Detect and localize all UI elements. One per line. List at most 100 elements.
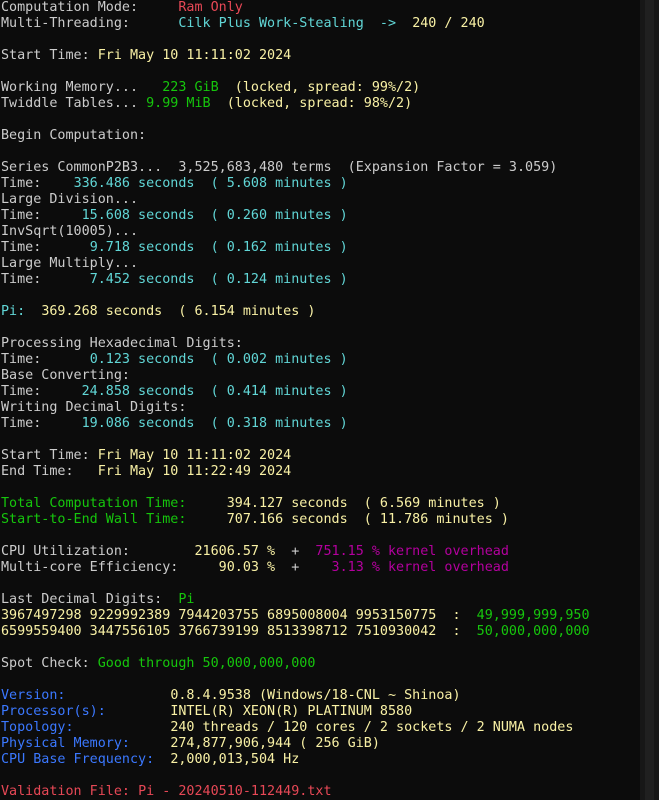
console-text: Multi-core Efficiency: [1, 560, 219, 575]
console-text: 9.99 MiB [146, 96, 211, 111]
console-text: Series CommonP2B3... 3,525,683,480 terms… [1, 160, 558, 175]
console-text: Pi - 20240510-112449.txt [138, 784, 332, 799]
console-text: 223 GiB [162, 80, 219, 95]
console-text: CPU Utilization: [1, 544, 195, 559]
console-text: Large Multiply... [1, 256, 139, 271]
console-text: 24.858 seconds ( 0.414 minutes ) [81, 384, 348, 399]
console-text: Spot Check: [1, 656, 98, 671]
console-line: Validation File: Pi - 20240510-112449.tx… [0, 784, 640, 800]
console-text: Validation File: [1, 784, 139, 799]
console-line: CPU Utilization: 21606.57 % + 751.15 % k… [0, 544, 640, 560]
console-text: Total Computation Time: [1, 496, 227, 511]
console-text: Time: [1, 176, 74, 191]
vertical-scrollbar[interactable] [640, 0, 659, 800]
console-text: (locked, spread: 99%/2) [218, 80, 421, 95]
console-line: 3967497298 9229992389 7944203755 6895008… [0, 608, 640, 624]
console-text: 369.268 seconds ( 6.154 minutes ) [41, 304, 316, 319]
console-line: Time: 9.718 seconds ( 0.162 minutes ) [0, 240, 640, 256]
console-line: Pi: 369.268 seconds ( 6.154 minutes ) [0, 304, 640, 320]
console-line: Large Multiply... [0, 256, 640, 272]
console-text: End Time: [1, 464, 98, 479]
console-text: Working Memory... [1, 80, 163, 95]
console-line: Multi-core Efficiency: 90.03 % + 3.13 % … [0, 560, 640, 576]
console-text: 50,000,000,000 [476, 624, 590, 639]
console-line: Multi-Threading: Cilk Plus Work-Stealing… [0, 16, 640, 32]
console-text: Processor(s): [1, 704, 171, 719]
console-text: 49,999,999,950 [476, 608, 590, 623]
console-line: 6599559400 3447556105 3766739199 8513398… [0, 624, 640, 640]
console-text: 707.166 seconds ( 11.786 minutes ) [226, 512, 509, 527]
console-output[interactable]: Computation Mode: Ram Only Multi-Threadin… [0, 0, 640, 800]
console-text: + [275, 560, 332, 575]
console-text: Processing Hexadecimal Digits: [1, 336, 243, 351]
console-line: Topology: 240 threads / 120 cores / 2 so… [0, 720, 640, 736]
console-text: Begin Computation: [1, 128, 147, 143]
console-text: Large Division... [1, 192, 139, 207]
console-line: Start-to-End Wall Time: 707.166 seconds … [0, 512, 640, 528]
console-text: Start-to-End Wall Time: [1, 512, 227, 527]
console-text: 336.486 seconds ( 5.608 minutes ) [73, 176, 348, 191]
console-line: Time: 7.452 seconds ( 0.124 minutes ) [0, 272, 640, 288]
console-text: InvSqrt(10005)... [1, 224, 139, 239]
console-text: CPU Base Frequency: [1, 752, 171, 767]
console-text: Time: [1, 384, 82, 399]
console-text: 0.123 seconds ( 0.002 minutes ) [89, 352, 348, 367]
console-line: Large Division... [0, 192, 640, 208]
console-text: -> [363, 16, 413, 31]
console-text: 274,877,906,944 ( 256 GiB) [170, 736, 380, 751]
console-text: Computation Mode: [1, 0, 179, 15]
console-text: Time: [1, 272, 90, 287]
console-line: Time: 19.086 seconds ( 0.318 minutes ) [0, 416, 640, 432]
console-text: Time: [1, 416, 82, 431]
console-line: Time: 15.608 seconds ( 0.260 minutes ) [0, 208, 640, 224]
console-text: Time: [1, 240, 90, 255]
console-text: Pi [178, 592, 195, 607]
console-text: Time: [1, 352, 90, 367]
console-text: 0.8.4.9538 (Windows/18-CNL ~ Shinoa) [170, 688, 461, 703]
console-line: Time: 336.486 seconds ( 5.608 minutes ) [0, 176, 640, 192]
console-text: 9.718 seconds ( 0.162 minutes ) [89, 240, 348, 255]
console-line: Base Converting: [0, 368, 640, 384]
console-text: 15.608 seconds ( 0.260 minutes ) [81, 208, 348, 223]
console-text: Multi-Threading: [1, 16, 179, 31]
console-line: Computation Mode: Ram Only [0, 0, 640, 16]
console-line: End Time: Fri May 10 11:22:49 2024 [0, 464, 640, 480]
console-text: Pi: [1, 304, 42, 319]
console-text: 3.13 % kernel overhead [331, 560, 509, 575]
console-line: Processor(s): INTEL(R) XEON(R) PLATINUM … [0, 704, 640, 720]
console-line: Physical Memory: 274,877,906,944 ( 256 G… [0, 736, 640, 752]
scrollbar-thumb[interactable] [645, 0, 654, 800]
console-text: Cilk Plus Work-Stealing [178, 16, 364, 31]
console-line: Time: 24.858 seconds ( 0.414 minutes ) [0, 384, 640, 400]
console-text: Time: [1, 208, 82, 223]
console-line: CPU Base Frequency: 2,000,013,504 Hz [0, 752, 640, 768]
console-line: Total Computation Time: 394.127 seconds … [0, 496, 640, 512]
console-line: Start Time: Fri May 10 11:11:02 2024 [0, 448, 640, 464]
console-text: Twiddle Tables... [1, 96, 147, 111]
console-text: 19.086 seconds ( 0.318 minutes ) [81, 416, 348, 431]
console-text: 2,000,013,504 Hz [170, 752, 300, 767]
console-text: 90.03 % [218, 560, 276, 575]
console-text: Fri May 10 11:22:49 2024 [97, 464, 292, 479]
console-text: Last Decimal Digits: [1, 592, 179, 607]
console-line: Series CommonP2B3... 3,525,683,480 terms… [0, 160, 640, 176]
console-line: Spot Check: Good through 50,000,000,000 [0, 656, 640, 672]
console-line: Version: 0.8.4.9538 (Windows/18-CNL ~ Sh… [0, 688, 640, 704]
console-text: + [275, 544, 316, 559]
console-line: Begin Computation: [0, 128, 640, 144]
console-text: Good through 50,000,000,000 [97, 656, 316, 671]
console-text: (locked, spread: 98%/2) [210, 96, 413, 111]
console-text: INTEL(R) XEON(R) PLATINUM 8580 [170, 704, 413, 719]
